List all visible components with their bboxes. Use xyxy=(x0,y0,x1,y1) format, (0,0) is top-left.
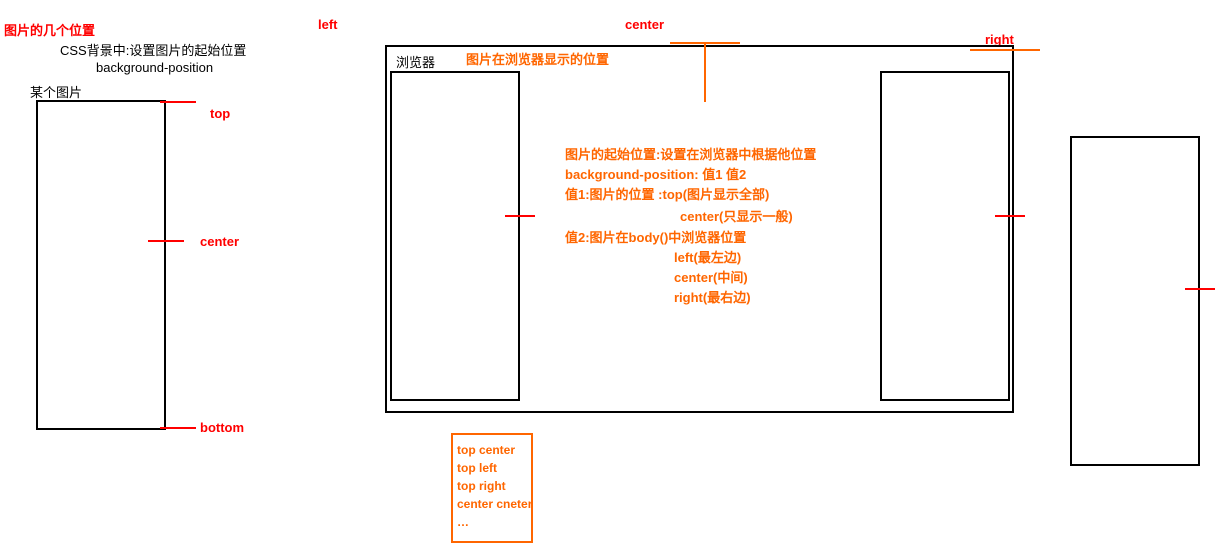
body-line-8: right(最右边) xyxy=(674,288,751,308)
body-line-2: background-position: 值1 值2 xyxy=(565,165,746,185)
right-top-bar xyxy=(970,49,1040,51)
body-line-4: center(只显示一般) xyxy=(680,207,793,227)
pos-bottom-label: bottom xyxy=(200,420,244,435)
tick-bottom xyxy=(160,427,196,429)
body-line-6: left(最左边) xyxy=(674,248,741,268)
inner-left-center-tick xyxy=(505,215,535,217)
left-subtitle-1: CSS背景中:设置图片的起始位置 xyxy=(60,40,246,59)
body-line-7: center(中间) xyxy=(674,268,748,288)
far-right-image xyxy=(1070,136,1200,466)
browser-caption: 图片在浏览器显示的位置 xyxy=(466,50,609,70)
combo-list-box: top center top left top right center cne… xyxy=(451,433,533,543)
combo-3: top right xyxy=(457,477,527,495)
far-right-center-tick xyxy=(1185,288,1215,290)
body-line-3: 值1:图片的位置 :top(图片显示全部) xyxy=(565,185,769,205)
inner-left-image xyxy=(390,71,520,401)
body-line-5: 值2:图片在body()中浏览器位置 xyxy=(565,228,746,248)
combo-1: top center xyxy=(457,441,527,459)
tick-center xyxy=(148,240,184,242)
combo-4: center cneter xyxy=(457,495,527,513)
pos-center-label: center xyxy=(200,234,239,249)
browser-text-label: 浏览器 xyxy=(396,52,435,71)
inner-right-center-tick xyxy=(995,215,1025,217)
browser-label-center: center xyxy=(625,17,664,32)
center-vline xyxy=(704,42,706,102)
combo-2: top left xyxy=(457,459,527,477)
inner-right-image xyxy=(880,71,1010,401)
image-outline-box xyxy=(36,100,166,430)
pos-top-label: top xyxy=(210,106,230,121)
tick-top xyxy=(160,101,196,103)
left-title: 图片的几个位置 xyxy=(4,20,95,39)
combo-5: … xyxy=(457,513,527,531)
body-line-1: 图片的起始位置:设置在浏览器中根据他位置 xyxy=(565,145,816,165)
left-subtitle-2: background-position xyxy=(96,60,213,75)
some-image-label: 某个图片 xyxy=(30,82,82,101)
browser-label-left: left xyxy=(318,17,338,32)
